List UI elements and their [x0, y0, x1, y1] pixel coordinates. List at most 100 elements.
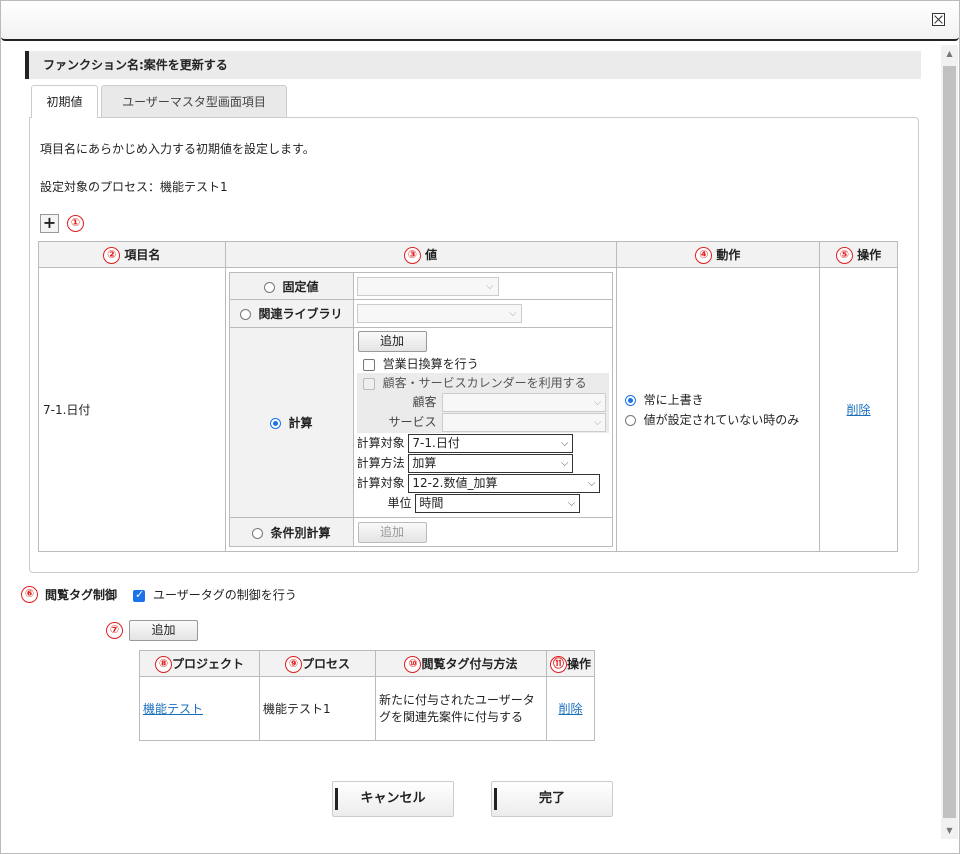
unit-value: 時間 [419, 496, 444, 510]
initial-value-panel: 項目名にあらかじめ入力する初期値を設定します。 設定対象のプロセス：機能テスト1… [29, 117, 919, 573]
option-calc[interactable]: 計算 [228, 327, 354, 518]
calc-add-button[interactable]: 追加 [357, 331, 427, 352]
calc-target2-select[interactable]: 12-2.数値_加算 ⌵ [408, 474, 601, 493]
business-day-label: 営業日換算を行う [382, 357, 479, 371]
action-if-empty[interactable]: 値が設定されていない時のみ [624, 411, 819, 428]
tag-control-label: 閲覧タグ制御 [45, 588, 118, 602]
chevron-down-icon: ⌵ [508, 308, 517, 319]
scroll-thumb[interactable] [943, 66, 956, 818]
conditional-radio[interactable] [251, 527, 263, 539]
tag-table: ⑧ プロジェクト ⑨ プロセス ⑩ 閲覧タグ付与方法 ⑪ 操作 機能テスト 機能テスト1… [139, 650, 595, 741]
tag-control-row[interactable]: ユーザータグの制御を行う [133, 586, 297, 603]
header-action-label: 動作 [716, 247, 741, 262]
operation-cell: 削除 [819, 267, 898, 552]
project-link[interactable]: 機能テスト [143, 702, 203, 716]
conditional-label: 条件別計算 [270, 525, 331, 540]
calendar-row: 顧客・サービスカレンダーを利用する [362, 374, 609, 393]
chevron-down-icon: ⌵ [593, 397, 602, 408]
calendar-checkbox [362, 377, 375, 390]
chevron-down-icon: ⌵ [567, 498, 576, 509]
header-process-label: プロセス [301, 656, 350, 671]
value-cell: 固定値 ⌵ 関連ライブラリ ⌵ 計算 追加 営業日換算を行う 顧客・サービスカレ… [224, 267, 617, 552]
unit-select[interactable]: 時間 ⌵ [415, 494, 581, 513]
marker-4: ④ [695, 246, 713, 264]
tag-method-text: 新たに付与されたユーザータグを関連先案件に付与する [379, 692, 535, 724]
library-label: 関連ライブラリ [258, 307, 343, 321]
add-row-button[interactable]: + [40, 214, 59, 233]
tab-user-master-items[interactable]: ユーザーマスタ型画面項目 [101, 85, 287, 117]
marker-8: ⑧ [154, 655, 172, 673]
tag-add-button[interactable]: 追加 [129, 620, 198, 641]
unit-label: 単位 [387, 496, 412, 510]
option-library[interactable]: 関連ライブラリ [228, 299, 354, 328]
chevron-down-icon: ⌵ [485, 280, 494, 292]
option-fixed[interactable]: 固定値 [228, 272, 354, 300]
tag-method-cell: 新たに付与されたユーザータグを関連先案件に付与する [375, 676, 547, 741]
action-overwrite[interactable]: 常に上書き [624, 391, 819, 411]
cancel-button[interactable]: キャンセル [332, 781, 454, 817]
if-empty-radio[interactable] [624, 415, 636, 426]
header-action: ④ 動作 [615, 241, 821, 268]
option-conditional[interactable]: 条件別計算 [228, 517, 354, 547]
overwrite-radio[interactable] [624, 395, 636, 406]
close-icon[interactable] [932, 13, 945, 26]
chevron-down-icon: ⌵ [560, 438, 569, 449]
header-tag-method-label: 閲覧タグ付与方法 [421, 656, 518, 671]
action-cell: 常に上書き 値が設定されていない時のみ [615, 267, 821, 552]
function-header: ファンクション名:案件を更新する [25, 51, 921, 79]
customer-label: 顧客 [412, 395, 437, 409]
calendar-block: 顧客・サービスカレンダーを利用する 顧客 ⌵ サービス ⌵ [356, 373, 609, 433]
library-select[interactable]: ⌵ [356, 304, 522, 323]
calc-target2-row: 計算対象 12-2.数値_加算 ⌵ [357, 474, 609, 494]
marker-1: ① [67, 215, 84, 232]
conditional-add-button: 追加 [357, 521, 427, 543]
marker-10: ⑩ [404, 655, 422, 673]
calendar-label: 顧客・サービスカレンダーを利用する [382, 376, 587, 390]
tag-delete-link[interactable]: 削除 [558, 702, 582, 716]
chevron-down-icon: ⌵ [593, 417, 602, 428]
customer-select: ⌵ [442, 393, 607, 412]
header-value-label: 値 [425, 247, 438, 262]
header-project-label: プロジェクト [171, 656, 244, 671]
library-radio[interactable] [239, 309, 251, 320]
done-button[interactable]: 完了 [491, 781, 613, 817]
business-day-checkbox[interactable] [362, 358, 375, 371]
marker-7: ⑦ [106, 622, 123, 639]
calc-target-select[interactable]: 7-1.日付 ⌵ [408, 434, 574, 453]
scroll-down-arrow-icon[interactable]: ▼ [941, 822, 958, 839]
calc-target2-label: 計算対象 [356, 476, 405, 490]
calc-method-row: 計算方法 加算 ⌵ [357, 454, 609, 474]
header-tag-operation-label: 操作 [566, 656, 591, 671]
scrollbar[interactable]: ▲ ▼ [941, 45, 958, 839]
tag-operation-cell: 削除 [546, 676, 595, 741]
tag-table-header-row: ⑧ プロジェクト ⑨ プロセス ⑩ 閲覧タグ付与方法 ⑪ 操作 [139, 650, 595, 677]
dialog-titlebar [1, 1, 959, 41]
calc-method-label: 計算方法 [356, 456, 405, 470]
header-process: ⑨ プロセス [259, 650, 376, 677]
tab-initial-value[interactable]: 初期値 [31, 85, 98, 118]
calc-target-row: 計算対象 7-1.日付 ⌵ [357, 434, 609, 454]
fixed-radio[interactable] [263, 281, 275, 293]
scroll-up-arrow-icon[interactable]: ▲ [941, 45, 958, 62]
tag-control-checkbox-label: ユーザータグの制御を行う [153, 588, 297, 602]
initial-value-table: ② 項目名 ③ 値 ④ 動作 ⑤ 操作 7-1.日付 固定値 ⌵ 関連ライブラリ… [38, 241, 898, 552]
calc-label: 計算 [288, 416, 313, 430]
process-cell: 機能テスト1 [259, 676, 376, 741]
dialog: ▲ ▼ ファンクション名:案件を更新する 初期値 ユーザーマスタ型画面項目 項目… [0, 0, 960, 854]
overwrite-label: 常に上書き [643, 393, 704, 407]
header-project: ⑧ プロジェクト [139, 650, 260, 677]
delete-link[interactable]: 削除 [847, 403, 871, 417]
calc-radio[interactable] [269, 418, 281, 429]
header-value: ③ 値 [224, 241, 617, 268]
fixed-value-select[interactable]: ⌵ [356, 276, 499, 296]
project-cell: 機能テスト [139, 676, 260, 741]
calc-method-select[interactable]: 加算 ⌵ [408, 454, 574, 473]
chevron-down-icon: ⌵ [560, 458, 569, 469]
table-row: 7-1.日付 固定値 ⌵ 関連ライブラリ ⌵ 計算 追加 営業日換算を行う 顧客… [38, 267, 898, 552]
business-day-row[interactable]: 営業日換算を行う [357, 355, 609, 373]
tag-control-checkbox[interactable] [133, 588, 145, 602]
process-label: 設定対象のプロセス：機能テスト1 [40, 180, 228, 194]
marker-9: ⑨ [284, 655, 302, 673]
marker-6: ⑥ [21, 586, 38, 603]
service-label: サービス [388, 415, 437, 429]
